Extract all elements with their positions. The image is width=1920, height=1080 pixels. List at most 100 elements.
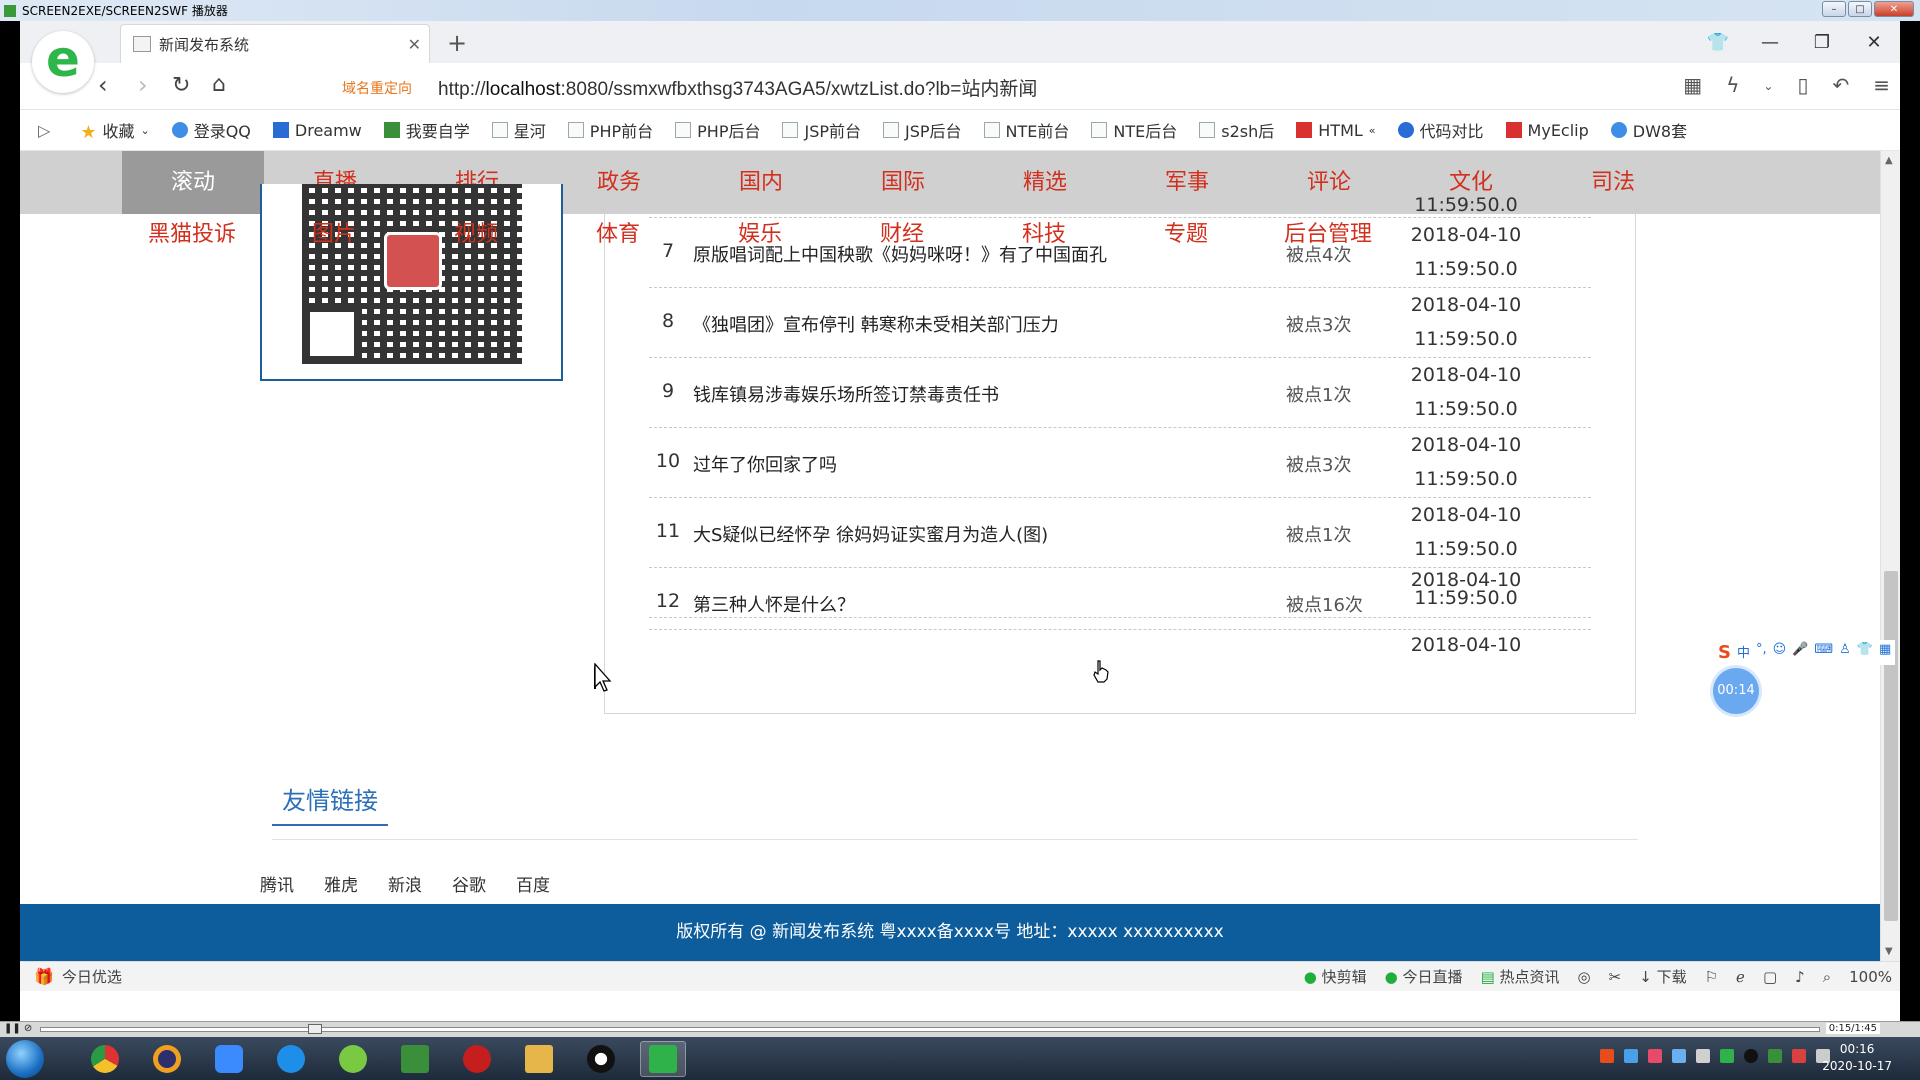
flash-icon[interactable]: [454, 1041, 500, 1077]
restore-button[interactable]: ❐: [1796, 32, 1848, 53]
menu-icon[interactable]: ≡: [1873, 73, 1890, 97]
table-row[interactable]: 9 钱库镇易涉毒娱乐场所签订禁毒责任书 被点1次 2018-04-10 11:5…: [649, 358, 1591, 428]
bookmark-item[interactable]: 代码对比: [1397, 118, 1484, 142]
start-button[interactable]: [6, 1040, 44, 1078]
news-title-link[interactable]: 过年了你回家了吗: [693, 451, 837, 477]
bookmark-item[interactable]: NTE后台: [1091, 118, 1177, 142]
table-row[interactable]: 10 过年了你回家了吗 被点3次 2018-04-10 11:59:50.0: [649, 428, 1591, 498]
bookmark-item[interactable]: 登录QQ: [171, 118, 251, 142]
bookmark-icon[interactable]: ▯: [1797, 73, 1808, 97]
ime-toolbar[interactable]: S 中 °, ☺ 🎤 ⌨ ♙ 👕 ▦: [1714, 640, 1896, 665]
bookmark-item[interactable]: s2sh后: [1199, 118, 1274, 142]
file-explorer-icon[interactable]: [516, 1041, 562, 1077]
microphone-icon[interactable]: 🎤: [1792, 642, 1808, 663]
scrollbar-thumb[interactable]: [1884, 571, 1898, 921]
player-minimize-button[interactable]: –: [1822, 1, 1846, 17]
battery-icon[interactable]: [1768, 1049, 1782, 1063]
bookmark-item[interactable]: DW8套: [1610, 118, 1687, 142]
bookmark-item[interactable]: PHP后台: [675, 118, 760, 142]
close-button[interactable]: ✕: [1848, 32, 1900, 53]
bookmark-item[interactable]: HTML «: [1296, 121, 1376, 140]
pause-icon[interactable]: ❚❚ ⊘: [4, 1023, 32, 1034]
today-live-button[interactable]: ● 今日直播: [1385, 966, 1463, 987]
quick-edit-button[interactable]: ● 快剪辑: [1304, 966, 1367, 987]
eclipse-icon[interactable]: [144, 1041, 190, 1077]
window-icon[interactable]: ▢: [1763, 968, 1777, 986]
seek-knob[interactable]: [308, 1024, 322, 1034]
forward-icon[interactable]: ›: [138, 71, 148, 99]
player-maximize-button[interactable]: □: [1848, 1, 1872, 17]
punctuation-icon[interactable]: °,: [1756, 642, 1767, 663]
menu-item-complaint[interactable]: 黑猫投诉: [148, 216, 236, 248]
seek-track[interactable]: [40, 1027, 1820, 1032]
pin-icon[interactable]: ✂: [1609, 968, 1622, 986]
bookmark-item[interactable]: 星河: [491, 118, 546, 142]
menu-item-video[interactable]: 视频: [454, 216, 498, 248]
menu-item-sports[interactable]: 体育: [596, 216, 640, 248]
chevron-down-icon[interactable]: ⌄: [1763, 79, 1773, 97]
menu-item-finance[interactable]: 财经: [880, 216, 924, 248]
qq-browser-icon[interactable]: [268, 1041, 314, 1077]
lightning-icon[interactable]: ϟ: [1726, 73, 1739, 97]
keyboard-icon[interactable]: ⌨: [1814, 642, 1833, 663]
news-title-link[interactable]: 大S疑似已经怀孕 徐妈妈证实蜜月为造人(图): [693, 521, 1048, 547]
user-icon[interactable]: ♙: [1839, 642, 1851, 663]
ime-mode[interactable]: 中: [1737, 642, 1750, 663]
menu-item-pictures[interactable]: 图片: [312, 216, 356, 248]
friend-link[interactable]: 腾讯: [260, 871, 294, 896]
360-browser-icon[interactable]: [330, 1041, 376, 1077]
bookmark-item[interactable]: NTE前台: [983, 118, 1069, 142]
notepad-icon[interactable]: [392, 1041, 438, 1077]
menu-item-tech[interactable]: 科技: [1022, 216, 1066, 248]
recording-timer[interactable]: 00:14: [1713, 668, 1759, 714]
bookmark-item[interactable]: PHP前台: [567, 118, 653, 142]
table-row[interactable]: 8 《独唱团》宣布停刊 韩寒称未受相关部门压力 被点3次 2018-04-10 …: [649, 288, 1591, 358]
menu-item-scroll[interactable]: 滚动: [122, 151, 264, 214]
player-close-button[interactable]: ✕: [1874, 1, 1914, 17]
menu-item-entertainment[interactable]: 娱乐: [738, 216, 782, 248]
today-picks-link[interactable]: 今日优选: [62, 966, 122, 987]
flag-icon[interactable]: ⚐: [1705, 968, 1718, 986]
bookmark-item[interactable]: MyEclip: [1505, 121, 1589, 140]
taskbar-clock[interactable]: 00:16 2020-10-17: [1822, 1041, 1892, 1075]
hot-news-button[interactable]: ▤ 热点资讯: [1481, 966, 1560, 987]
skin-icon[interactable]: 👕: [1857, 642, 1873, 663]
minimize-button[interactable]: —: [1744, 32, 1796, 53]
scroll-up-icon[interactable]: ▲: [1885, 155, 1893, 166]
volume-icon[interactable]: [1792, 1049, 1806, 1063]
zoom-level[interactable]: 100%: [1849, 968, 1892, 986]
app-tray-icon[interactable]: [1648, 1049, 1662, 1063]
bookmark-item[interactable]: 我要自学: [383, 118, 470, 142]
redirect-label[interactable]: 域名重定向: [342, 78, 412, 98]
security-tray-icon[interactable]: [1720, 1049, 1734, 1063]
accelerate-icon[interactable]: ◎: [1578, 968, 1591, 986]
scroll-down-icon[interactable]: ▼: [1885, 946, 1893, 957]
zoom-icon[interactable]: ⌕: [1823, 968, 1831, 986]
sogou-tray-icon[interactable]: [1600, 1049, 1614, 1063]
menu-item-topics[interactable]: 专题: [1164, 216, 1208, 248]
bookmark-item[interactable]: Dreamw: [272, 121, 362, 140]
undo-icon[interactable]: ↶: [1832, 73, 1849, 97]
news-title-link[interactable]: 第三种人怀是什么？: [693, 591, 855, 617]
news-title-link[interactable]: 《独唱团》宣布停刊 韩寒称未受相关部门压力: [693, 311, 1059, 337]
address-input[interactable]: http://localhost:8080/ssmxwfbxthsg3743AG…: [438, 74, 1037, 101]
qr-code-icon[interactable]: ▦: [1683, 73, 1702, 97]
friend-link[interactable]: 谷歌: [452, 871, 486, 896]
arrow-tray-icon[interactable]: [1696, 1049, 1710, 1063]
qq-icon[interactable]: [578, 1041, 624, 1077]
bookmark-item[interactable]: JSP前台: [782, 118, 861, 142]
screen-recorder-icon[interactable]: [640, 1041, 686, 1077]
home-icon[interactable]: ⌂: [212, 72, 226, 97]
bookmark-item[interactable]: JSP后台: [883, 118, 962, 142]
table-row[interactable]: 12 第三种人怀是什么？ 被点16次 2018-04-10 11:59:50.0: [649, 568, 1591, 618]
ie-icon[interactable]: ℯ: [1736, 968, 1745, 986]
volume-icon[interactable]: ♪: [1795, 968, 1805, 986]
browser-logo-icon[interactable]: e: [32, 31, 94, 93]
bookmark-item[interactable]: ★ 收藏 ⌄: [80, 118, 149, 143]
tab-news-system[interactable]: 新闻发布系统 ✕: [120, 24, 430, 63]
friend-link[interactable]: 雅虎: [324, 871, 358, 896]
new-tab-button[interactable]: +: [447, 29, 467, 57]
chrome-icon[interactable]: [82, 1041, 128, 1077]
qq-tray-icon[interactable]: [1744, 1049, 1758, 1063]
shield-icon[interactable]: [1672, 1049, 1686, 1063]
